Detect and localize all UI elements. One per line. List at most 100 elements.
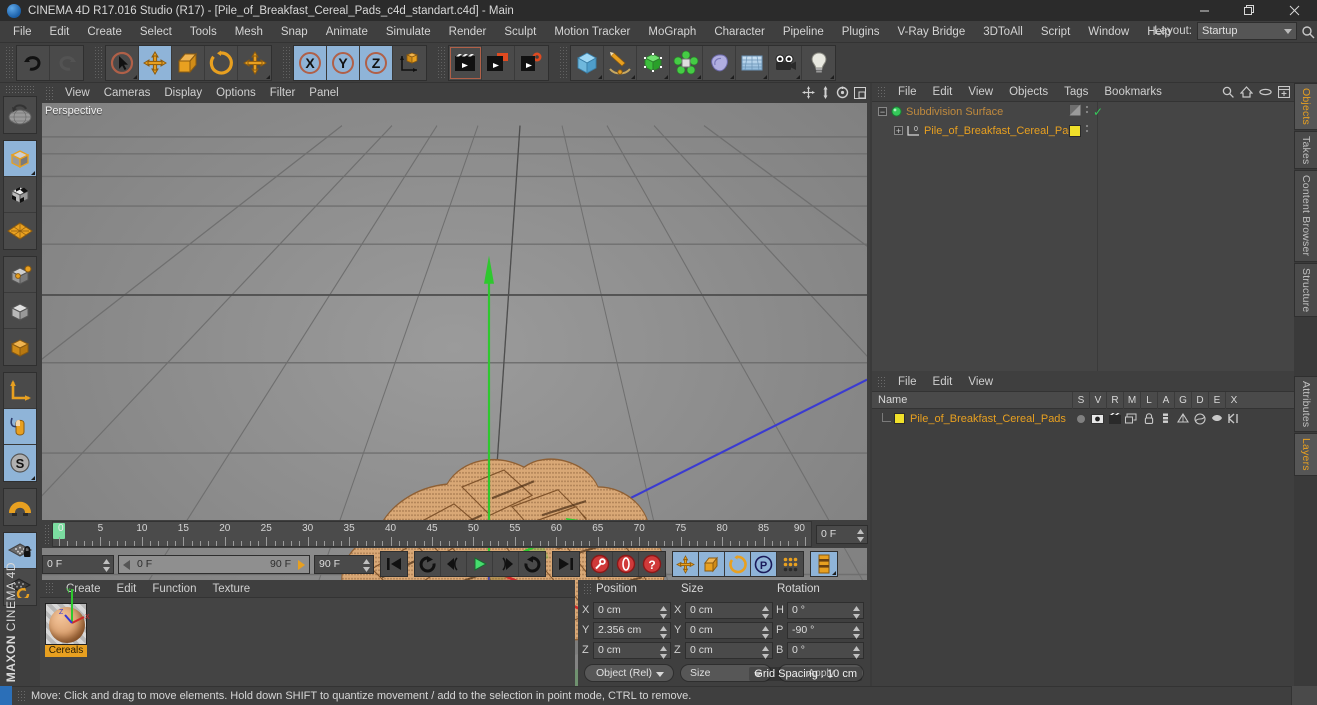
search-icon[interactable]: [1222, 86, 1234, 101]
deformer-flag-icon[interactable]: [1191, 409, 1208, 428]
material-menu-texture[interactable]: Texture: [204, 580, 258, 598]
play-backwards-button[interactable]: [519, 552, 545, 576]
world-object-coordinate-button[interactable]: [393, 45, 426, 80]
redo-button[interactable]: [50, 45, 83, 80]
status-bar-grip[interactable]: [17, 689, 26, 703]
current-frame-field[interactable]: 0 F: [42, 554, 114, 574]
vtab-attributes[interactable]: Attributes: [1294, 376, 1317, 433]
col-x[interactable]: X: [1225, 392, 1242, 409]
edge-mode-button[interactable]: [4, 293, 36, 329]
spline-pen-button[interactable]: [604, 45, 637, 80]
size-y-input[interactable]: 0 cm: [685, 621, 773, 639]
view-flag-icon[interactable]: [1089, 409, 1106, 428]
dolly-view-icon[interactable]: [820, 86, 831, 102]
spinner-icon[interactable]: [660, 605, 667, 619]
preview-range-slider[interactable]: 0 F 90 F: [118, 554, 310, 574]
current-frame-spinner-icon[interactable]: [103, 558, 110, 572]
layout-select[interactable]: Startup: [1197, 22, 1297, 40]
vtab-takes[interactable]: Takes: [1294, 131, 1317, 170]
spinner-icon[interactable]: [857, 528, 864, 542]
spinner-icon[interactable]: [660, 645, 667, 659]
col-e[interactable]: E: [1208, 392, 1225, 409]
vtab-content-browser[interactable]: Content Browser: [1294, 170, 1317, 262]
range-start-arrow-icon[interactable]: [123, 559, 131, 573]
point-mode-button[interactable]: [4, 257, 36, 293]
autokeying-button[interactable]: [613, 552, 639, 576]
rotate-tool-button[interactable]: [205, 45, 238, 80]
minimize-button[interactable]: [1182, 0, 1227, 21]
maximize-button[interactable]: [1227, 0, 1272, 21]
viewport-menu-display[interactable]: Display: [157, 83, 209, 103]
visibility-check-icon[interactable]: ✓: [1093, 106, 1103, 118]
expand-toggle-icon[interactable]: −: [878, 107, 887, 116]
undo-view-button[interactable]: [4, 97, 36, 133]
col-l[interactable]: L: [1140, 392, 1157, 409]
position-x-input[interactable]: 0 cm: [593, 601, 671, 619]
object-menu-bookmarks[interactable]: Bookmarks: [1096, 83, 1170, 102]
spinner-icon[interactable]: [762, 645, 769, 659]
coordinate-mode-dropdown[interactable]: Object (Rel): [584, 664, 674, 682]
menu-render[interactable]: Render: [440, 21, 496, 43]
size-x-input[interactable]: 0 cm: [685, 601, 773, 619]
cube-primitive-button[interactable]: [571, 45, 604, 80]
object-menu-tags[interactable]: Tags: [1056, 83, 1096, 102]
toolbar-grip-3[interactable]: [282, 45, 290, 80]
max-frame-field[interactable]: 90 F: [314, 554, 374, 574]
record-scale-button[interactable]: [699, 552, 725, 576]
next-frame-button[interactable]: [493, 552, 519, 576]
col-s[interactable]: S: [1072, 392, 1089, 409]
position-z-input[interactable]: 0 cm: [593, 641, 671, 659]
object-manager-grip[interactable]: [877, 85, 886, 99]
col-v[interactable]: V: [1089, 392, 1106, 409]
orbit-view-icon[interactable]: [836, 86, 849, 102]
col-a[interactable]: A: [1157, 392, 1174, 409]
render-flag-icon[interactable]: [1106, 409, 1123, 428]
loop-button[interactable]: [415, 552, 441, 576]
menu-file[interactable]: File: [4, 21, 41, 43]
layer-menu-view[interactable]: View: [960, 373, 1001, 392]
viewport-menu-filter[interactable]: Filter: [263, 83, 303, 103]
material-menu-edit[interactable]: Edit: [109, 580, 145, 598]
animation-flag-icon[interactable]: [1157, 409, 1174, 428]
render-region-button[interactable]: [482, 45, 515, 80]
go-to-end-button[interactable]: [553, 552, 579, 576]
lock-x-axis-button[interactable]: X: [294, 45, 327, 80]
menu-mesh[interactable]: Mesh: [226, 21, 272, 43]
spinner-icon[interactable]: [660, 625, 667, 639]
col-r[interactable]: R: [1106, 392, 1123, 409]
lock-z-axis-button[interactable]: Z: [360, 45, 393, 80]
menu-edit[interactable]: Edit: [41, 21, 79, 43]
viewport-menu-options[interactable]: Options: [209, 83, 263, 103]
home-icon[interactable]: [1239, 86, 1254, 101]
position-y-input[interactable]: 2.356 cm: [593, 621, 671, 639]
lock-flag-icon[interactable]: [1140, 409, 1157, 428]
layer-row[interactable]: Pile_of_Breakfast_Cereal_Pads: [872, 409, 1294, 428]
col-g[interactable]: G: [1174, 392, 1191, 409]
object-row-subdivision-surface[interactable]: − Subdivision Surface ✓: [872, 102, 1294, 121]
rotation-h-input[interactable]: 0 °: [787, 601, 864, 619]
left-palette-grip[interactable]: [5, 85, 35, 93]
timeline-grip[interactable]: [44, 524, 51, 544]
menu-3dtoall[interactable]: 3DToAll: [974, 21, 1032, 43]
viewport-grip[interactable]: [45, 86, 54, 100]
timeline-frame-field[interactable]: 0 F: [816, 524, 868, 544]
record-active-objects-button[interactable]: [587, 552, 613, 576]
layer-color-swatch[interactable]: [894, 413, 905, 424]
layer-menu-edit[interactable]: Edit: [925, 373, 961, 392]
menu-mograph[interactable]: MoGraph: [639, 21, 705, 43]
xref-flag-icon[interactable]: [1225, 409, 1242, 428]
menu-create[interactable]: Create: [78, 21, 131, 43]
object-row-pile-of-breakfast-cereal-pads[interactable]: + 0 Pile_of_Breakfast_Cereal_Pads: [872, 121, 1294, 140]
material-tag-icon[interactable]: [1069, 124, 1081, 137]
menu-pipeline[interactable]: Pipeline: [774, 21, 833, 43]
menu-snap[interactable]: Snap: [272, 21, 317, 43]
manager-flag-icon[interactable]: [1123, 409, 1140, 428]
snap-mode-button[interactable]: S: [4, 445, 36, 481]
spinner-icon[interactable]: [853, 645, 860, 659]
material-manager-body[interactable]: Cereals: [40, 598, 575, 686]
lock-y-axis-button[interactable]: Y: [327, 45, 360, 80]
fit-icon[interactable]: [1277, 85, 1291, 101]
menu-select[interactable]: Select: [131, 21, 181, 43]
record-pla-button[interactable]: [777, 552, 803, 576]
menu-motion-tracker[interactable]: Motion Tracker: [545, 21, 639, 43]
